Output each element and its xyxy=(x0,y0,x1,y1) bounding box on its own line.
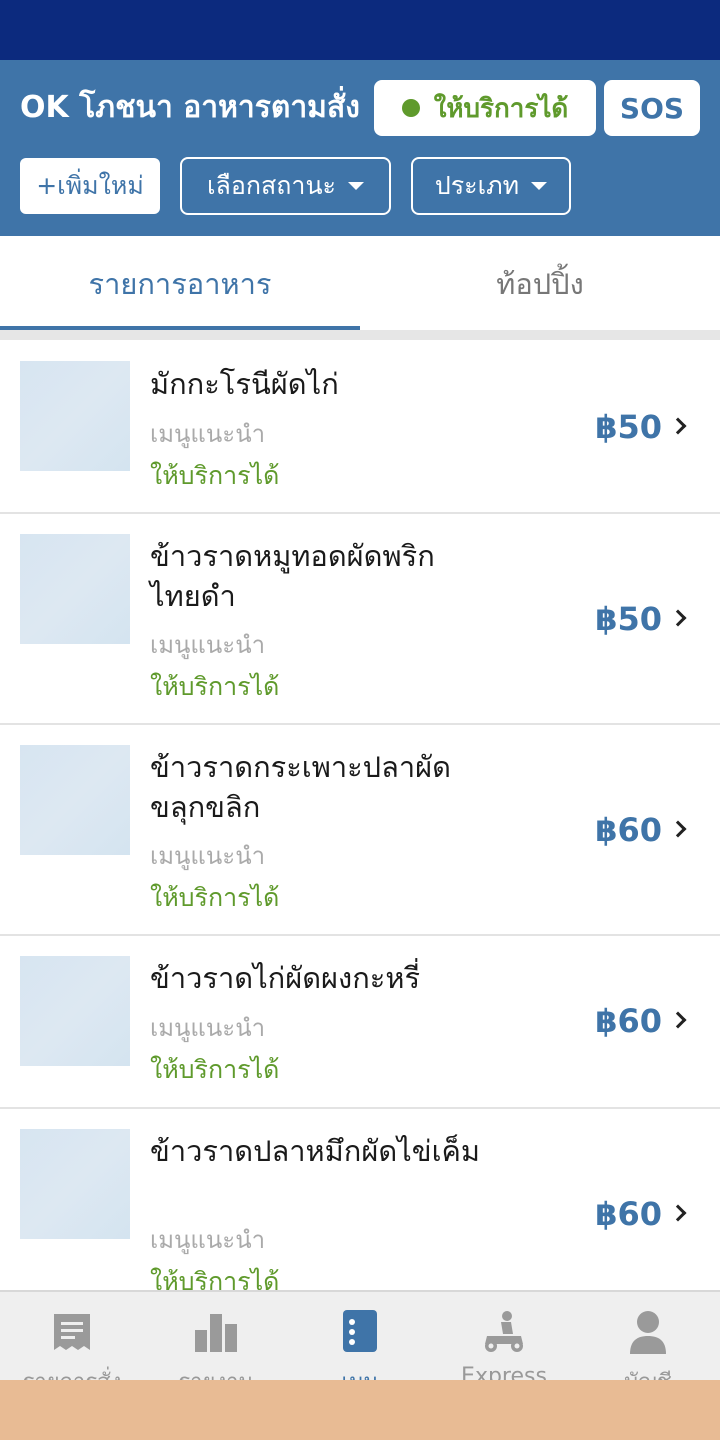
menu-item-status: ให้บริการได้ xyxy=(150,1055,280,1084)
menu-item-image xyxy=(20,534,130,644)
caret-down-icon xyxy=(531,182,548,190)
nav-menu[interactable]: เมนู xyxy=(288,1292,432,1380)
menu-item-price: ฿50 xyxy=(595,600,662,638)
menu-item-image xyxy=(20,745,130,855)
chevron-right-icon xyxy=(669,1204,687,1222)
tab-bar: รายการอาหาร ท้อปปิ้ง xyxy=(0,236,720,332)
menu-item-tag: เมนูแนะนำ xyxy=(150,842,266,870)
chevron-right-icon xyxy=(669,1011,687,1029)
menu-item-status: ให้บริการได้ xyxy=(150,883,280,912)
menu-item-tag: เมนูแนะนำ xyxy=(150,631,266,659)
sos-button[interactable]: SOS xyxy=(604,80,700,136)
tab-topping[interactable]: ท้อปปิ้ง xyxy=(360,236,720,332)
menu-item-row[interactable]: ข้าวราดไก่ผัดผงกะหรี่ เมนูแนะนำ ให้บริกา… xyxy=(0,936,720,1109)
menu-item-status: ให้บริการได้ xyxy=(150,672,280,701)
menu-item-tag: เมนูแนะนำ xyxy=(150,420,266,448)
menu-item-name: ข้าวราดไก่ผัดผงกะหรี่ xyxy=(150,961,421,995)
chevron-right-icon xyxy=(669,609,687,627)
nav-report-label: รายงาน xyxy=(144,1364,288,1380)
bar-chart-icon xyxy=(193,1310,239,1358)
nav-orders-label: รายการสั่ง xyxy=(0,1364,144,1380)
receipt-icon xyxy=(52,1310,92,1358)
system-gesture-bar xyxy=(0,1380,720,1440)
add-new-button[interactable]: +เพิ่มใหม่ xyxy=(20,158,160,214)
menu-book-icon xyxy=(341,1310,379,1358)
tabs-divider xyxy=(0,330,720,340)
status-filter-dropdown[interactable]: เลือกสถานะ xyxy=(180,157,391,215)
menu-item-row[interactable]: ข้าวราดปลาหมึกผัดไข่เค็ม เมนูแนะนำ ให้บร… xyxy=(0,1109,720,1309)
menu-item-status: ให้บริการได้ xyxy=(150,461,280,490)
person-icon xyxy=(628,1310,668,1358)
nav-menu-label: เมนู xyxy=(288,1364,432,1380)
type-filter-label: ประเภท xyxy=(434,171,520,200)
menu-item-image xyxy=(20,956,130,1066)
shop-name: OK โภชนา อาหารตามสั่ง xyxy=(20,90,360,125)
nav-account-label: บัญชี xyxy=(576,1364,720,1380)
menu-item-name: ข้าวราดหมูทอดผัดพริกไทยดำ xyxy=(150,539,435,613)
menu-item-tag: เมนูแนะนำ xyxy=(150,1226,266,1254)
service-status-label: ให้บริการได้ xyxy=(433,93,569,124)
nav-report[interactable]: รายงาน xyxy=(144,1292,288,1380)
nav-account[interactable]: บัญชี xyxy=(576,1292,720,1380)
menu-item-name: ข้าวราดกระเพาะปลาผัดขลุกขลิก xyxy=(150,750,451,824)
menu-item-price: ฿50 xyxy=(595,408,662,446)
menu-item-row[interactable]: ข้าวราดกระเพาะปลาผัดขลุกขลิก เมนูแนะนำ ใ… xyxy=(0,725,720,936)
nav-orders[interactable]: รายการสั่ง xyxy=(0,1292,144,1380)
caret-down-icon xyxy=(347,182,364,190)
status-dot-icon xyxy=(401,99,420,117)
menu-item-row[interactable]: ข้าวราดหมูทอดผัดพริกไทยดำ เมนูแนะนำ ให้บ… xyxy=(0,514,720,725)
menu-item-name: ข้าวราดปลาหมึกผัดไข่เค็ม xyxy=(150,1134,481,1168)
status-filter-label: เลือกสถานะ xyxy=(207,171,336,200)
menu-item-name: มักกะโรนีผัดไก่ xyxy=(150,367,339,401)
nav-express-label: Express xyxy=(461,1364,547,1380)
bottom-nav: รายการสั่ง รายงาน เมนู xyxy=(0,1290,720,1380)
menu-item-image xyxy=(20,1129,130,1239)
menu-item-price: ฿60 xyxy=(595,811,662,849)
chevron-right-icon xyxy=(669,820,687,838)
type-filter-dropdown[interactable]: ประเภท xyxy=(411,157,571,215)
service-status-button[interactable]: ให้บริการได้ xyxy=(374,80,596,136)
tab-food-items[interactable]: รายการอาหาร xyxy=(0,236,360,332)
menu-item-tag: เมนูแนะนำ xyxy=(150,1014,266,1042)
menu-item-price: ฿60 xyxy=(595,1195,662,1233)
menu-item-price: ฿60 xyxy=(595,1002,662,1040)
menu-item-image xyxy=(20,361,130,471)
chevron-right-icon xyxy=(669,417,687,435)
scooter-icon xyxy=(481,1310,527,1358)
nav-express[interactable]: Express xyxy=(432,1292,576,1380)
menu-item-row[interactable]: มักกะโรนีผัดไก่ เมนูแนะนำ ให้บริการได้ ฿… xyxy=(0,340,720,514)
status-bar xyxy=(0,0,720,60)
